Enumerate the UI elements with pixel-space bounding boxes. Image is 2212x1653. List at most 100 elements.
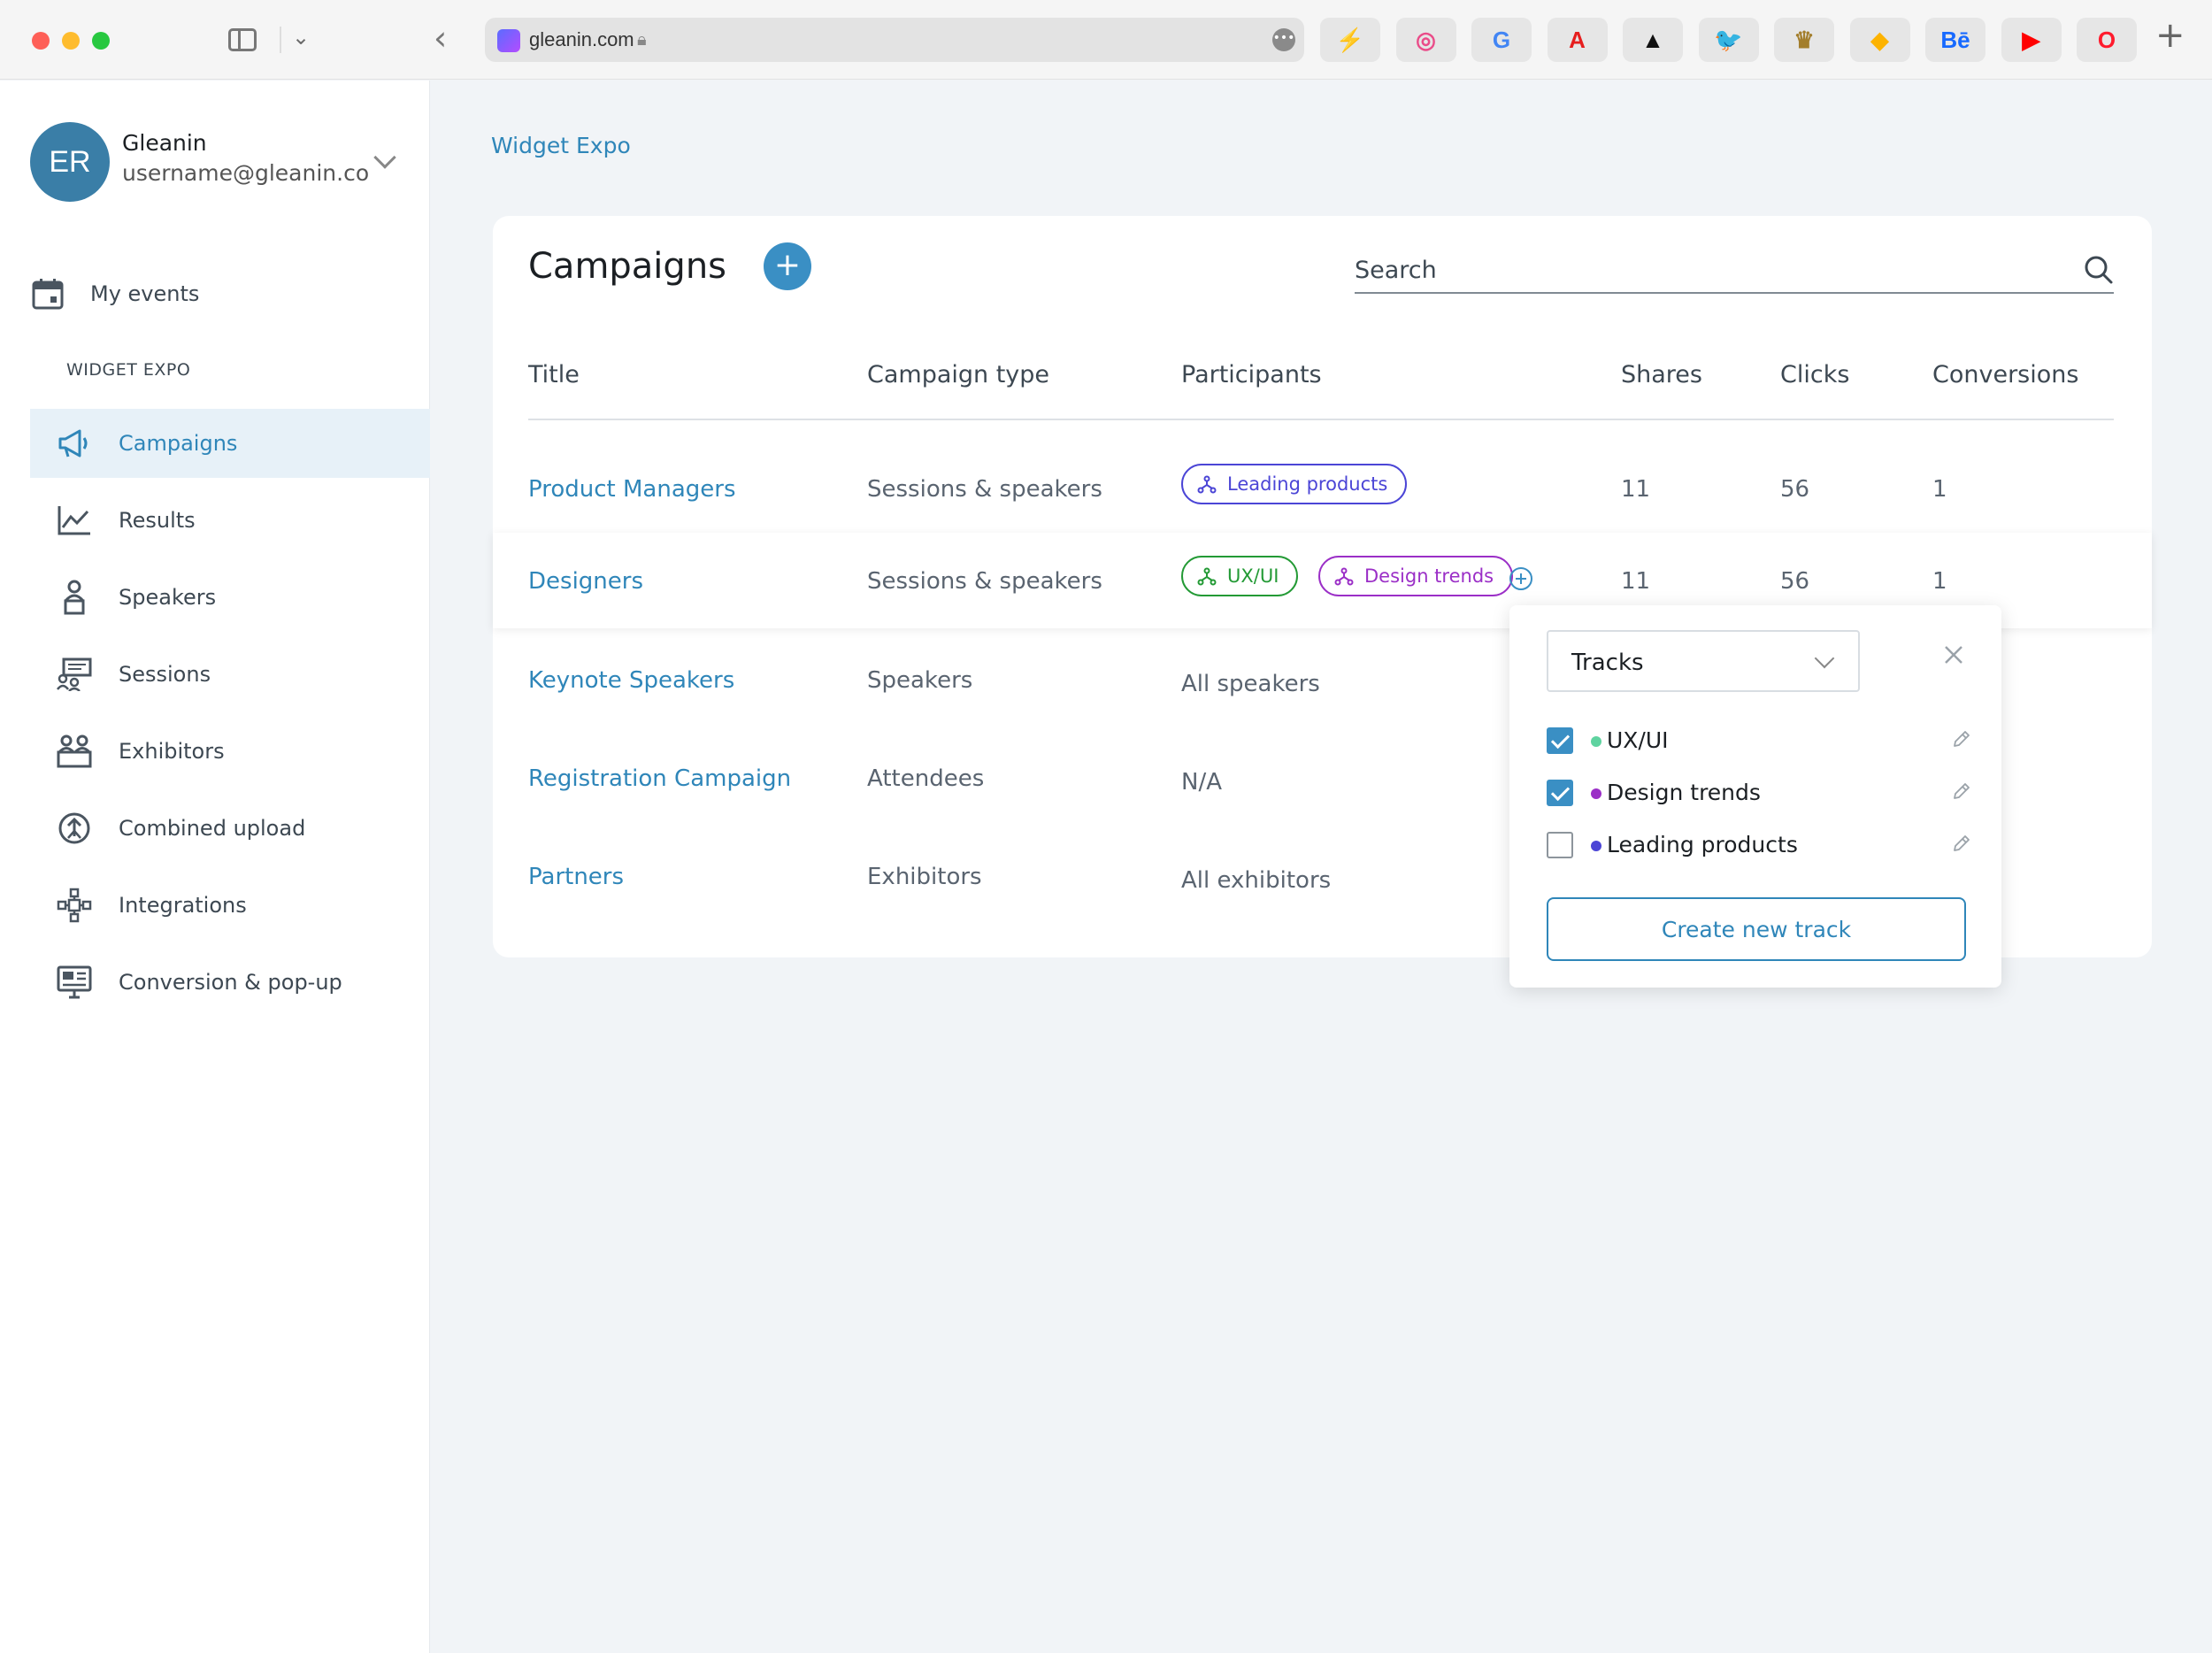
- search-input[interactable]: [1355, 257, 2062, 284]
- campaign-title-link[interactable]: Registration Campaign: [528, 765, 791, 792]
- account-chevron-down-icon[interactable]: [373, 146, 396, 169]
- url-text: gleanin.com: [529, 28, 634, 50]
- close-icon[interactable]: [1943, 644, 1964, 669]
- upload-person-icon: [57, 811, 92, 846]
- campaign-title-link[interactable]: Keynote Speakers: [528, 667, 734, 694]
- minimize-window-button[interactable]: [62, 32, 80, 50]
- sidebar: ER Gleanin username@gleanin.co... My eve…: [0, 81, 430, 1653]
- track-checkbox[interactable]: [1547, 832, 1573, 858]
- sidebar-item-label: Combined upload: [119, 816, 306, 841]
- opera-bookmark-icon-glyph: O: [2097, 27, 2116, 53]
- track-checkbox[interactable]: [1547, 727, 1573, 754]
- table-row[interactable]: Product Managers Sessions & speakers Leadi…: [493, 441, 2152, 536]
- track-tag[interactable]: UX/UI: [1181, 556, 1299, 596]
- sidebar-item-sessions[interactable]: Sessions: [30, 640, 430, 709]
- zoom-window-button[interactable]: [92, 32, 110, 50]
- pencil-icon[interactable]: [1952, 729, 1971, 752]
- sidebar-item-conversion-pop-up[interactable]: Conversion & pop-up: [30, 948, 430, 1017]
- google-bookmark-icon[interactable]: G: [1471, 18, 1532, 62]
- chevron-down-icon[interactable]: ⌄: [292, 27, 310, 48]
- sidebar-item-results[interactable]: Results: [30, 486, 430, 555]
- sidebar-item-label: Campaigns: [119, 431, 238, 456]
- track-tag[interactable]: Leading products: [1181, 464, 1408, 504]
- sidebar-item-label: Exhibitors: [119, 739, 225, 764]
- header-divider: [528, 419, 2114, 420]
- chart-line-icon: [57, 503, 92, 538]
- column-header-clicks[interactable]: Clicks: [1780, 361, 1849, 388]
- adobe-bookmark-icon[interactable]: A: [1547, 18, 1608, 62]
- track-name: Leading products: [1607, 832, 1798, 857]
- column-header-conversions[interactable]: Conversions: [1932, 361, 2078, 388]
- megaphone-icon: [57, 426, 92, 461]
- event-section-label: WIDGET EXPO: [66, 360, 191, 380]
- my-events-label: My events: [90, 281, 200, 306]
- bolt-bookmark-icon[interactable]: ⚡: [1320, 18, 1380, 62]
- my-events-link[interactable]: My events: [0, 259, 430, 328]
- add-track-icon[interactable]: [1509, 566, 1533, 595]
- sidebar-item-speakers[interactable]: Speakers: [30, 563, 430, 632]
- twitter-bookmark-icon-glyph: 🐦: [1714, 27, 1743, 53]
- track-option-ux-ui[interactable]: UX/UI: [1547, 724, 1971, 759]
- shares-value: 11: [1621, 568, 1651, 595]
- new-tab-button[interactable]: +: [2155, 18, 2185, 53]
- create-new-track-button[interactable]: Create new track: [1547, 897, 1966, 961]
- twitter-bookmark-icon[interactable]: 🐦: [1698, 18, 1759, 62]
- campaign-type: Attendees: [867, 765, 985, 792]
- adidas-bookmark-icon-glyph: ▲: [1641, 27, 1664, 53]
- search-icon[interactable]: [2084, 255, 2114, 288]
- track-color-dot: [1591, 736, 1601, 747]
- campaign-title-link[interactable]: Product Managers: [528, 476, 736, 503]
- tracks-select[interactable]: Tracks: [1547, 630, 1860, 692]
- adidas-bookmark-icon[interactable]: ▲: [1623, 18, 1683, 62]
- column-header-campaign-type[interactable]: Campaign type: [867, 361, 1049, 388]
- adobe-bookmark-icon-glyph: A: [1569, 27, 1586, 53]
- track-icon: [1197, 567, 1217, 586]
- crown-bookmark-icon-glyph: ♛: [1793, 27, 1815, 53]
- track-tag[interactable]: Design trends: [1318, 556, 1514, 596]
- user-name: Gleanin: [122, 130, 207, 156]
- column-header-participants[interactable]: Participants: [1181, 361, 1322, 388]
- google-bookmark-icon-glyph: G: [1492, 27, 1511, 53]
- back-arrow-icon[interactable]: ‹: [434, 21, 447, 55]
- add-campaign-button[interactable]: +: [764, 242, 811, 290]
- address-bar[interactable]: gleanin.com 🔒︎ •••: [485, 18, 1304, 62]
- youtube-bookmark-icon-glyph: ▶: [2022, 27, 2040, 53]
- dribbble-bookmark-icon[interactable]: ◎: [1395, 18, 1456, 62]
- track-option-leading-products[interactable]: Leading products: [1547, 828, 1971, 864]
- track-tag-label: Leading products: [1227, 473, 1388, 495]
- behance-bookmark-icon[interactable]: Bē: [1925, 18, 1985, 62]
- conversions-value: 1: [1932, 568, 1947, 595]
- search-bar: [1355, 251, 2114, 294]
- avatar[interactable]: ER: [30, 122, 110, 202]
- browser-toolbar: ⌄ ‹ gleanin.com 🔒︎ ••• ⚡ ◎ G A ▲ 🐦 ♛ ◆ Bē ▶ O +: [0, 0, 2212, 80]
- dribbble-bookmark-icon-glyph: ◎: [1416, 27, 1436, 53]
- youtube-bookmark-icon[interactable]: ▶: [2001, 18, 2062, 62]
- column-header-shares[interactable]: Shares: [1621, 361, 1702, 388]
- column-header-title[interactable]: Title: [528, 361, 580, 388]
- sidebar-item-label: Results: [119, 508, 196, 533]
- clicks-value: 56: [1780, 476, 1810, 503]
- track-checkbox[interactable]: [1547, 780, 1573, 806]
- track-option-design-trends[interactable]: Design trends: [1547, 776, 1971, 811]
- campaign-title-link[interactable]: Designers: [528, 568, 643, 595]
- sidebar-toggle-icon[interactable]: [228, 28, 257, 51]
- conversions-value: 1: [1932, 476, 1947, 503]
- participants-text: N/A: [1181, 769, 1222, 796]
- bolt-bookmark-icon-glyph: ⚡: [1335, 27, 1365, 53]
- opera-bookmark-icon[interactable]: O: [2077, 18, 2137, 62]
- pencil-icon[interactable]: [1952, 781, 1971, 804]
- track-color-dot: [1591, 841, 1601, 851]
- lock-icon: 🔒︎: [637, 28, 647, 50]
- track-name: Design trends: [1607, 780, 1761, 805]
- close-window-button[interactable]: [32, 32, 50, 50]
- sketch-bookmark-icon[interactable]: ◆: [1849, 18, 1910, 62]
- more-options-icon[interactable]: •••: [1272, 28, 1295, 51]
- breadcrumb[interactable]: Widget Expo: [491, 133, 631, 158]
- crown-bookmark-icon[interactable]: ♛: [1774, 18, 1834, 62]
- campaign-title-link[interactable]: Partners: [528, 864, 624, 890]
- sidebar-item-exhibitors[interactable]: Exhibitors: [30, 717, 430, 786]
- sidebar-item-integrations[interactable]: Integrations: [30, 871, 430, 940]
- sidebar-item-combined-upload[interactable]: Combined upload: [30, 794, 430, 863]
- pencil-icon[interactable]: [1952, 834, 1971, 857]
- sidebar-item-campaigns[interactable]: Campaigns: [30, 409, 430, 478]
